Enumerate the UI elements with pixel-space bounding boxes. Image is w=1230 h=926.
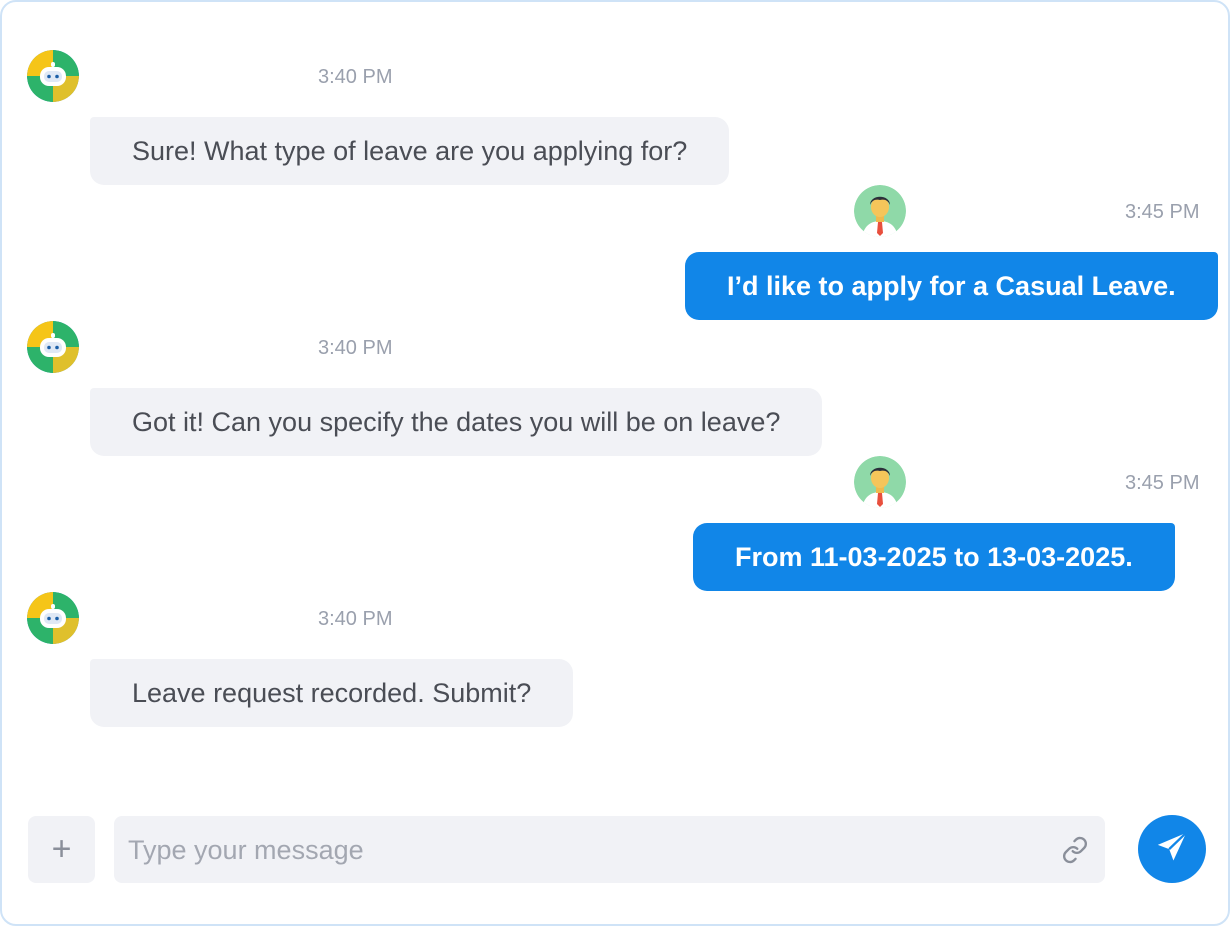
chat-window: 3:40 PM Sure! What type of leave are you… — [0, 0, 1230, 926]
bot-message-bubble: Got it! Can you specify the dates you wi… — [90, 388, 823, 456]
user-avatar — [854, 456, 906, 508]
bot-message-bubble: Sure! What type of leave are you applyin… — [90, 117, 730, 185]
user-avatar — [854, 185, 906, 237]
link-icon[interactable] — [1061, 836, 1089, 864]
message-timestamp: 3:40 PM — [318, 337, 393, 359]
message-timestamp: 3:45 PM — [1125, 201, 1200, 223]
message-timestamp: 3:40 PM — [318, 608, 393, 630]
bot-avatar — [27, 50, 79, 102]
bot-message-bubble: Leave request recorded. Submit? — [90, 659, 574, 727]
message-input[interactable] — [126, 816, 1050, 885]
message-input-container — [114, 816, 1105, 885]
add-attachment-button[interactable]: + — [28, 816, 95, 883]
message-timestamp: 3:45 PM — [1125, 472, 1200, 494]
user-message-bubble: I’d like to apply for a Casual Leave. — [685, 252, 1218, 320]
send-button[interactable] — [1138, 815, 1206, 883]
paper-plane-icon — [1155, 830, 1189, 869]
bot-avatar — [27, 592, 79, 644]
bot-avatar — [27, 321, 79, 373]
message-timestamp: 3:40 PM — [318, 66, 393, 88]
user-message-bubble: From 11-03-2025 to 13-03-2025. — [693, 523, 1175, 591]
